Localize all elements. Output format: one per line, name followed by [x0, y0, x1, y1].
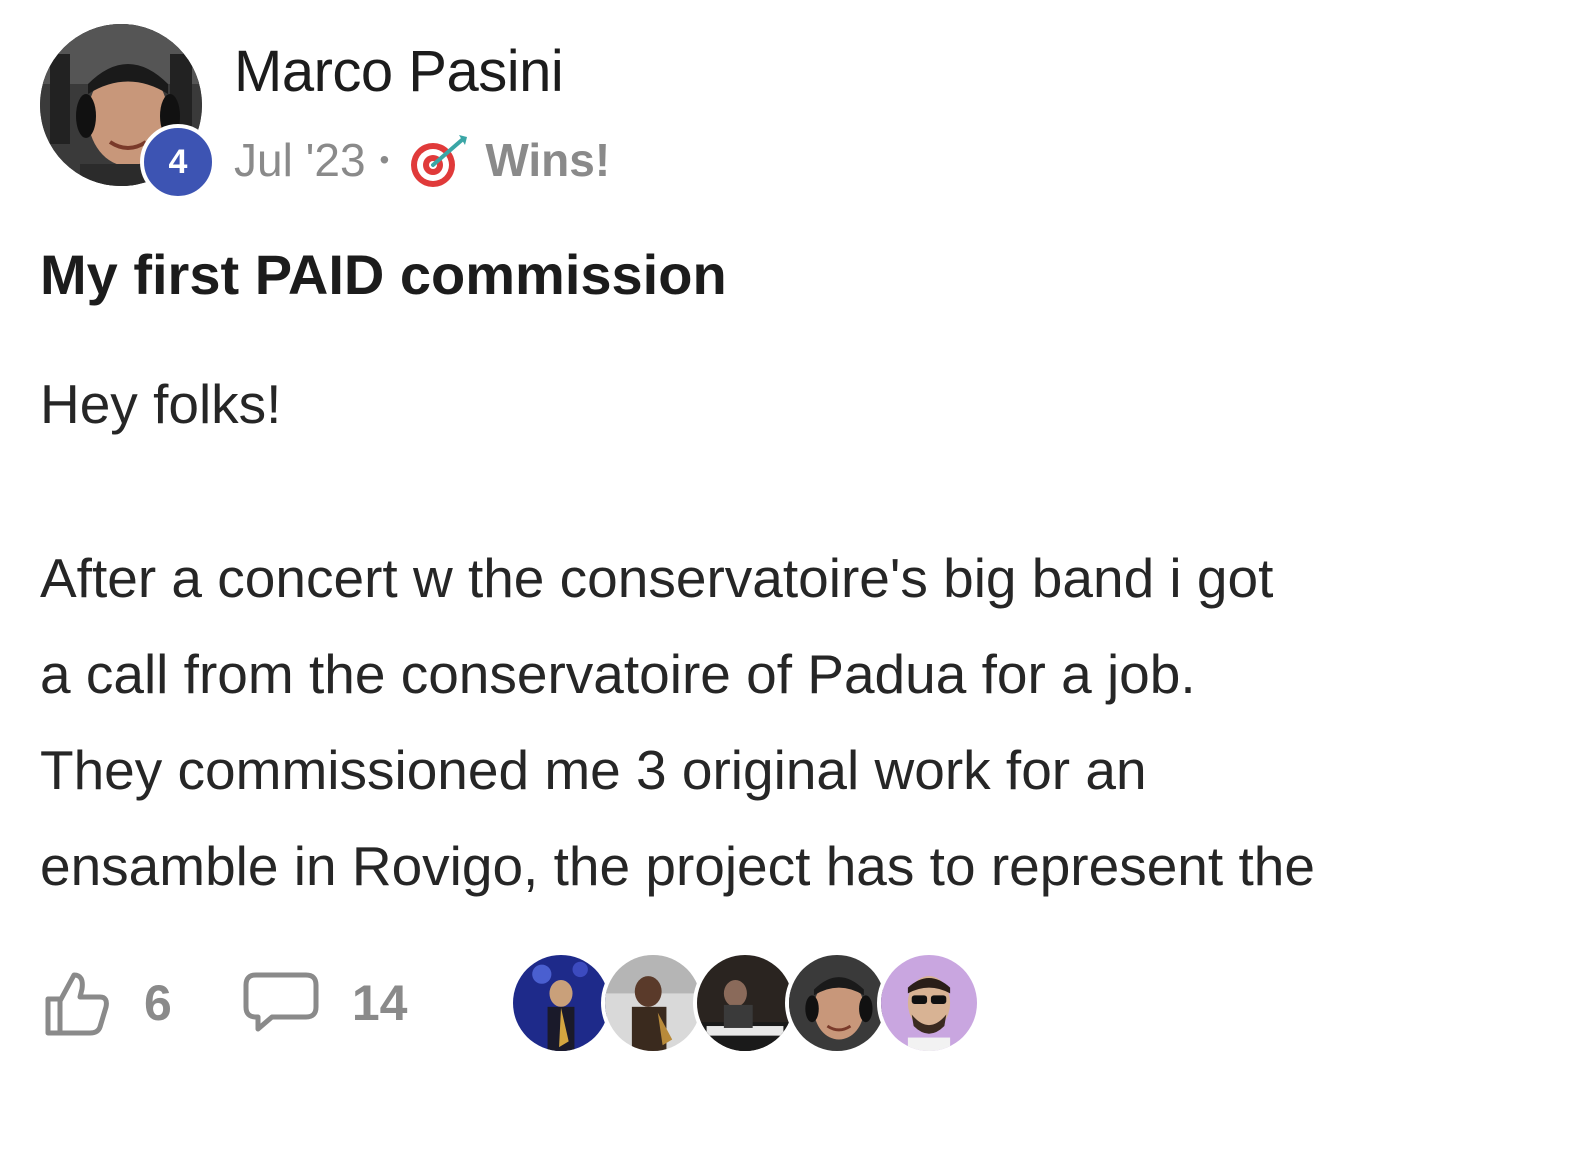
participant-avatar[interactable] — [601, 951, 706, 1055]
meta-separator: • — [379, 144, 390, 175]
author-name[interactable]: Marco Pasini — [234, 38, 564, 105]
post-body-line: ensamble in Rovigo, the project has to r… — [40, 835, 1315, 897]
post-date[interactable]: Jul '23 — [234, 133, 366, 187]
participant-avatar[interactable] — [693, 951, 798, 1055]
post-body-line: After a concert w the conservatoire's bi… — [40, 547, 1274, 609]
post-greeting: Hey folks! — [40, 373, 282, 435]
post-card: 4 Marco Pasini Jul '23 • Wins! My first … — [0, 0, 1587, 1159]
thumbs-up-icon — [45, 972, 109, 1036]
post-body: After a concert w the conservatoire's bi… — [40, 530, 1570, 914]
comment-count: 14 — [351, 975, 408, 1031]
author-avatar-wrap[interactable]: 4 — [40, 24, 216, 202]
post-title[interactable]: My first PAID commission — [40, 242, 727, 307]
post-actions: 6 14 — [40, 948, 982, 1058]
participants-avatars[interactable] — [509, 951, 982, 1055]
target-dart-icon — [411, 135, 468, 187]
comment-button[interactable]: 14 — [242, 971, 408, 1035]
comment-bubble-icon — [243, 972, 319, 1032]
participant-avatar[interactable] — [785, 951, 890, 1055]
post-meta: Jul '23 • Wins! — [234, 128, 610, 192]
level-badge: 4 — [140, 124, 216, 200]
post-body-line: They commissioned me 3 original work for… — [40, 739, 1147, 801]
participant-avatar[interactable] — [877, 951, 982, 1055]
post-category[interactable]: Wins! — [485, 133, 610, 187]
post-body-line: a call from the conservatoire of Padua f… — [40, 643, 1196, 705]
like-button[interactable]: 6 — [40, 967, 172, 1039]
participant-avatar[interactable] — [509, 951, 614, 1055]
like-count: 6 — [144, 975, 172, 1031]
